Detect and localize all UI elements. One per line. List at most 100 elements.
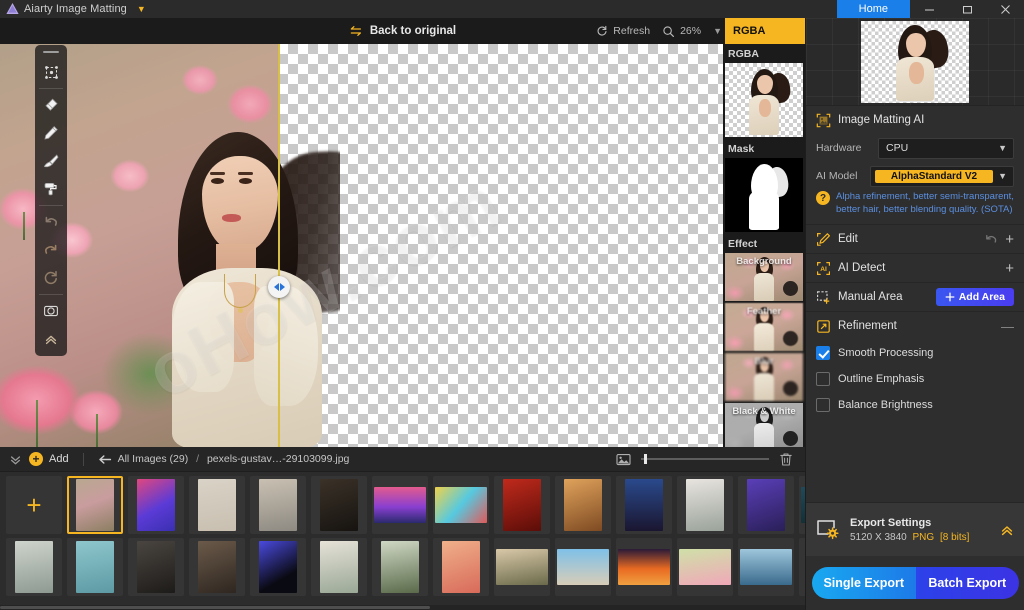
preview-thumb-rgba[interactable]: [725, 63, 803, 137]
edit-add-button[interactable]: +: [1005, 232, 1014, 247]
thumb-teal-bg-woman[interactable]: [67, 538, 123, 596]
add-area-label: Add Area: [959, 291, 1005, 303]
filmstrip[interactable]: +: [0, 472, 805, 610]
add-images-button[interactable]: + Add: [29, 452, 69, 466]
effect-thumb-feather[interactable]: Feather: [725, 303, 803, 351]
batch-export-button[interactable]: Batch Export: [908, 567, 1020, 599]
zoom-chevron-down-icon[interactable]: ▼: [713, 26, 722, 36]
thumb-curly-hair[interactable]: [677, 476, 733, 534]
thumb-girl-flowers[interactable]: [67, 476, 123, 534]
scrollbar-thumb[interactable]: [0, 606, 430, 609]
thumb-mountain-night[interactable]: [799, 476, 805, 534]
thumb-floral-crown[interactable]: [189, 476, 245, 534]
add-area-button[interactable]: Add Area: [936, 288, 1014, 306]
thumb-blonde-warm[interactable]: [555, 476, 611, 534]
maximize-button[interactable]: [948, 0, 986, 18]
thumbnail-image: [503, 479, 541, 531]
thumb-dancer[interactable]: [738, 476, 794, 534]
refinement-collapse-button[interactable]: —: [1001, 319, 1014, 334]
preview-thumb-mask[interactable]: [725, 158, 803, 232]
reset-tool[interactable]: [37, 264, 65, 292]
back-to-original-button[interactable]: Back to original: [349, 25, 456, 37]
thumb-couple-beach[interactable]: [494, 538, 550, 596]
checkbox-checked-icon[interactable]: [816, 346, 830, 360]
single-export-button[interactable]: Single Export: [812, 567, 916, 599]
image-size-icon[interactable]: [616, 453, 631, 466]
thumbnail-size-slider[interactable]: [641, 458, 769, 460]
thumb-dark-portrait[interactable]: [311, 476, 367, 534]
thumb-orange-sunset[interactable]: [616, 538, 672, 596]
brush-tool[interactable]: [37, 147, 65, 175]
double-chevron-up-icon[interactable]: [999, 523, 1015, 537]
back-to-original-label: Back to original: [370, 25, 456, 37]
chevron-down-icon[interactable]: ▼: [137, 5, 146, 14]
checkbox-unchecked-icon[interactable]: [816, 398, 830, 412]
back-arrow-button[interactable]: [98, 454, 112, 465]
hardware-select[interactable]: CPU ▼: [878, 138, 1014, 159]
thumb-bride-veil[interactable]: [799, 538, 805, 596]
thumb-sunset-car[interactable]: [372, 476, 428, 534]
redo-tool[interactable]: [37, 236, 65, 264]
checkbox-balance-brightness[interactable]: Balance Brightness: [816, 392, 1014, 418]
thumb-blue-flower-dark[interactable]: [250, 538, 306, 596]
effect-color-swatch[interactable]: [783, 331, 798, 346]
breadcrumb-all-images[interactable]: All Images (29): [118, 453, 189, 465]
thumb-pink-blossom[interactable]: [677, 538, 733, 596]
thumb-makeup-face[interactable]: [433, 538, 489, 596]
thumb-street-walk[interactable]: [250, 476, 306, 534]
effect-label-1: Feather: [725, 306, 803, 317]
add-node-icon: [945, 292, 955, 302]
tab-rgba[interactable]: RGBA: [725, 18, 805, 44]
effect-thumb-blur[interactable]: Blur: [725, 353, 803, 401]
thumb-red-dress[interactable]: [494, 476, 550, 534]
home-button[interactable]: Home: [837, 0, 910, 18]
checkbox-outline-emphasis[interactable]: Outline Emphasis: [816, 366, 1014, 392]
thumb-man-suit[interactable]: [128, 538, 184, 596]
result-preview[interactable]: [806, 18, 1024, 106]
zoom-level-control[interactable]: 26%: [662, 25, 701, 38]
add-image-tile[interactable]: +: [6, 476, 62, 534]
export-settings[interactable]: Export Settings 5120 X 3840 PNG [8 bits]: [806, 502, 1024, 556]
thumb-stairs-woman[interactable]: [189, 538, 245, 596]
thumb-afro-green[interactable]: [372, 538, 428, 596]
thumb-abstract-blue[interactable]: [128, 476, 184, 534]
eraser-tool[interactable]: [37, 91, 65, 119]
effect-thumb-background[interactable]: Background: [725, 253, 803, 301]
effect-thumb-black-white[interactable]: Black & White: [725, 403, 803, 447]
slider-knob[interactable]: [644, 454, 647, 464]
thumb-water-glass[interactable]: [738, 538, 794, 596]
minimize-button[interactable]: [910, 0, 948, 18]
thumb-colorful-fan[interactable]: [433, 476, 489, 534]
trash-icon[interactable]: [779, 452, 793, 467]
compare-tool[interactable]: [37, 297, 65, 325]
double-chevron-down-icon[interactable]: [0, 454, 29, 465]
ai-detect-add-button[interactable]: +: [1005, 261, 1014, 276]
thumbnail-image: [740, 549, 792, 585]
close-button[interactable]: [986, 0, 1024, 18]
effect-color-swatch[interactable]: [783, 431, 798, 446]
plus-icon: +: [26, 492, 41, 518]
compare-split-handle[interactable]: [268, 276, 290, 298]
filmstrip-scrollbar[interactable]: [0, 605, 805, 610]
edit-header: Edit +: [816, 225, 1014, 253]
thumb-street-shop[interactable]: [311, 538, 367, 596]
transform-tool[interactable]: [37, 58, 65, 86]
refresh-button[interactable]: Refresh: [596, 25, 650, 37]
checkbox-unchecked-icon[interactable]: [816, 372, 830, 386]
checkbox-smooth-processing[interactable]: Smooth Processing: [816, 340, 1014, 366]
thumb-night-street[interactable]: [616, 476, 672, 534]
ai-model-select[interactable]: AlphaStandard V2 ▼: [870, 166, 1014, 187]
drag-grip[interactable]: [43, 51, 59, 53]
paint-roller-tool[interactable]: [37, 175, 65, 203]
undo-tool[interactable]: [37, 208, 65, 236]
title-bar: Aiarty Image Matting ▼ Home: [0, 0, 1024, 18]
restore-pen-tool[interactable]: [37, 119, 65, 147]
main-canvas[interactable]: oHow.com: [0, 44, 723, 447]
collapse-rail-button[interactable]: [37, 325, 65, 353]
effect-color-swatch[interactable]: [783, 381, 798, 396]
edit-undo-button[interactable]: [984, 232, 998, 246]
question-mark-icon[interactable]: ?: [816, 191, 830, 205]
thumb-jump-beach[interactable]: [555, 538, 611, 596]
thumb-lake-girl[interactable]: [6, 538, 62, 596]
effect-color-swatch[interactable]: [783, 281, 798, 296]
